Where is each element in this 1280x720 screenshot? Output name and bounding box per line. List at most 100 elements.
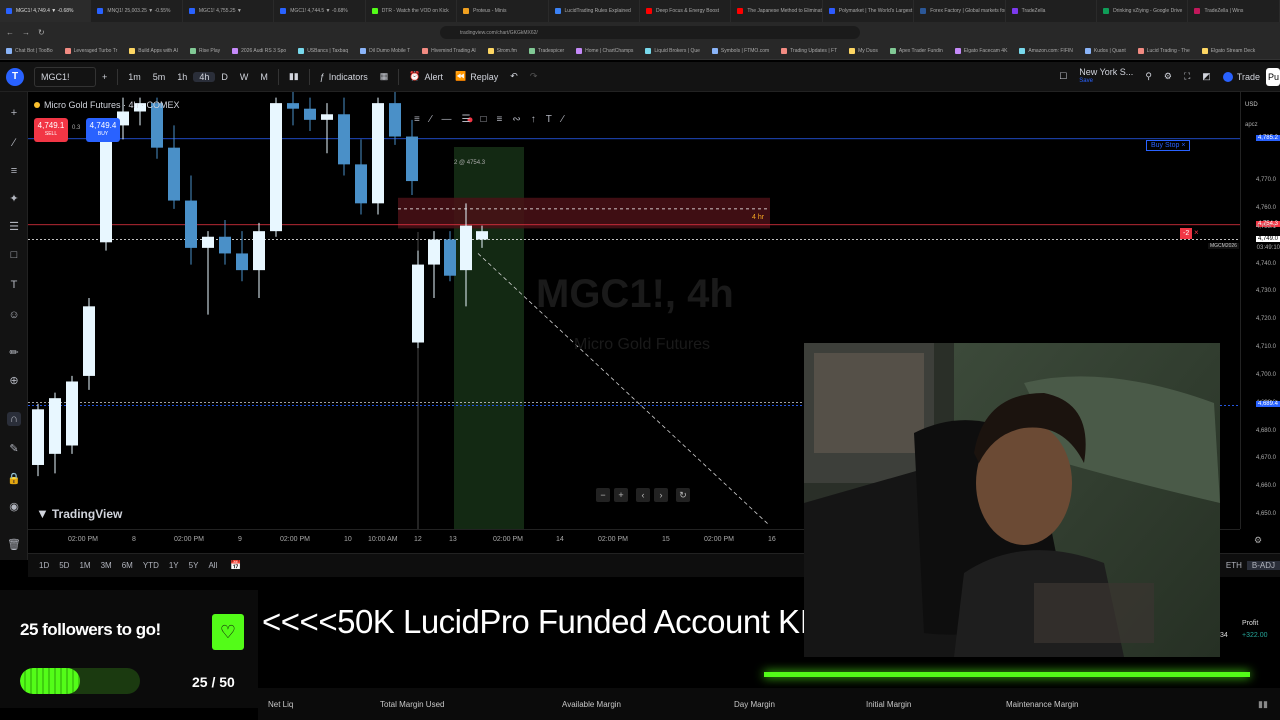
chart-type-button[interactable]: ▮▮ <box>283 71 305 82</box>
order-qty-badge[interactable]: -2 <box>1180 228 1193 239</box>
candle-body[interactable] <box>304 108 316 120</box>
timeframe-W[interactable]: W <box>234 72 255 82</box>
panel-maximize-icon[interactable]: ▮▮ <box>1258 699 1268 710</box>
candle-body[interactable] <box>389 103 401 137</box>
timeframe-D[interactable]: D <box>215 72 234 82</box>
date-range-icon[interactable]: 📅 <box>230 560 241 571</box>
range-1M[interactable]: 1M <box>74 561 95 570</box>
pattern-icon[interactable]: ✦ <box>7 192 21 206</box>
browser-tab[interactable]: MGC1! 4,755.25 ▼ <box>183 0 275 22</box>
fullscreen-icon[interactable]: ⛶ <box>1178 71 1196 82</box>
range-6M[interactable]: 6M <box>117 561 138 570</box>
currency-label[interactable]: USD <box>1245 102 1258 108</box>
bookmark-item[interactable]: Strom.fm <box>482 47 523 54</box>
range-1Y[interactable]: 1Y <box>164 561 184 570</box>
browser-tab[interactable]: MNQ1! 25,003.25 ▼ -0.55% <box>91 0 183 22</box>
candle-body[interactable] <box>355 164 367 204</box>
candle-body[interactable] <box>202 236 214 248</box>
fib-icon[interactable]: ≡ <box>7 164 21 178</box>
hline-icon[interactable]: — <box>442 114 452 125</box>
layout-button[interactable]: ▦ <box>374 71 395 82</box>
brush-tool-icon[interactable]: ∕ <box>562 114 564 125</box>
zoom-out-icon[interactable]: − <box>596 488 610 502</box>
layout-toggle[interactable]: ☐ <box>1053 71 1073 82</box>
bookmark-item[interactable]: Kudos | Quant <box>1079 47 1132 54</box>
quick-search-icon[interactable]: ⚲ <box>1139 71 1158 82</box>
arrow-icon[interactable]: ↑ <box>531 114 536 125</box>
browser-tab[interactable]: Drinking vZiying - Google Drive <box>1097 0 1189 22</box>
bookmark-item[interactable]: Symbols | FTMO.com <box>706 47 775 54</box>
address-bar[interactable]: tradingview.com/chart/GKGkMX62/ <box>440 26 860 39</box>
bookmark-item[interactable]: Lucid Trading - The <box>1132 47 1196 54</box>
forward-icon[interactable]: → <box>22 28 30 37</box>
bookmark-item[interactable]: Leveraged Turbo Tr <box>59 47 124 54</box>
lock-drawings-icon[interactable]: ✎ <box>7 442 21 456</box>
candle-body[interactable] <box>338 114 350 165</box>
trash-icon[interactable]: 🗑 <box>7 538 21 552</box>
text-tool-icon[interactable]: T <box>546 114 552 125</box>
candle-body[interactable] <box>32 409 44 465</box>
candle-body[interactable] <box>185 200 197 248</box>
bookmark-item[interactable]: Rise Play <box>184 47 226 54</box>
emoji-icon[interactable]: ☺ <box>7 308 21 322</box>
zoom-icon[interactable]: ⊕ <box>7 374 21 388</box>
browser-tab[interactable]: Deep Focus & Energy Boost <box>640 0 732 22</box>
browser-tab[interactable]: LucidTrading Rules Explained <box>549 0 640 22</box>
range-5Y[interactable]: 5Y <box>184 561 204 570</box>
alert-button[interactable]: ⏰ Alert <box>403 71 449 82</box>
add-symbol-button[interactable]: + <box>96 72 113 82</box>
range-YTD[interactable]: YTD <box>138 561 164 570</box>
rect-icon[interactable]: □ <box>480 114 486 125</box>
browser-tab[interactable]: TradeZella <box>1006 0 1098 22</box>
timeframe-1m[interactable]: 1m <box>122 72 147 82</box>
reset-chart-icon[interactable]: ↻ <box>676 488 690 502</box>
buy-stop-order[interactable]: Buy Stop × <box>1146 140 1191 151</box>
eye-icon[interactable]: ◉ <box>7 500 21 514</box>
close-order-icon[interactable]: × <box>1194 228 1199 237</box>
redo-button[interactable]: ↷ <box>524 71 544 82</box>
reload-icon[interactable]: ↻ <box>38 28 45 37</box>
bookmark-item[interactable]: Trading Updates | FT <box>775 47 843 54</box>
candle-body[interactable] <box>476 231 488 240</box>
candle-body[interactable] <box>321 114 333 120</box>
badj-toggle[interactable]: B-ADJ <box>1246 561 1280 570</box>
timeframe-M[interactable]: M <box>254 72 274 82</box>
range-All[interactable]: All <box>203 561 222 570</box>
browser-tab[interactable]: Proteus - Minis <box>457 0 549 22</box>
bookmark-item[interactable]: Elgato Facecam 4K <box>949 47 1014 54</box>
candle-body[interactable] <box>444 239 456 276</box>
text-icon[interactable]: T <box>7 278 21 292</box>
projection-icon[interactable]: ☰ <box>7 220 21 234</box>
menu-icon[interactable]: ≡ <box>414 114 420 125</box>
range-1D[interactable]: 1D <box>34 561 54 570</box>
bookmark-item[interactable]: 2026 Audi RS 3 Spo <box>226 47 292 54</box>
bookmark-item[interactable]: Chat Bot | TooBo <box>0 47 59 54</box>
scroll-left-icon[interactable]: ‹ <box>636 488 650 502</box>
bookmark-item[interactable]: Elgato Stream Deck <box>1196 47 1261 54</box>
crosshair-icon[interactable]: + <box>7 106 21 120</box>
symbol-search[interactable]: MGC1! <box>34 66 96 87</box>
bookmark-item[interactable]: My Duos <box>843 47 884 54</box>
scroll-right-icon[interactable]: › <box>654 488 668 502</box>
trendline-icon[interactable]: ∕ <box>7 136 21 150</box>
bookmark-item[interactable]: Home | ChartChamps <box>570 47 639 54</box>
candle-body[interactable] <box>372 103 384 204</box>
fib-channel-icon[interactable]: ≡ <box>497 114 503 125</box>
range-3M[interactable]: 3M <box>96 561 117 570</box>
bookmark-item[interactable]: Liquid Brokers | Que <box>639 47 706 54</box>
ruler-icon[interactable]: ✏ <box>7 346 21 360</box>
browser-tab[interactable]: The Japanese Method to Eliminate <box>731 0 823 22</box>
browser-tab[interactable]: Forex Factory | Global markets for <box>914 0 1006 22</box>
candle-body[interactable] <box>460 225 472 271</box>
candle-body[interactable] <box>412 264 424 343</box>
publish-button[interactable]: Pu <box>1266 67 1280 86</box>
lock-icon[interactable]: 🔒 <box>7 472 21 486</box>
settings-icon[interactable]: ⚙ <box>1158 71 1178 82</box>
magnet-icon[interactable]: ∩ <box>7 412 21 426</box>
sell-button[interactable]: 4,749.1 SELL <box>34 118 68 142</box>
bookmark-item[interactable]: Apex Trader Fundin <box>884 47 949 54</box>
zoom-in-icon[interactable]: + <box>614 488 628 502</box>
candle-body[interactable] <box>406 136 418 182</box>
camera-icon[interactable]: ◩ <box>1196 71 1217 82</box>
bookmark-item[interactable]: Hivemind Trading Al <box>416 47 481 54</box>
